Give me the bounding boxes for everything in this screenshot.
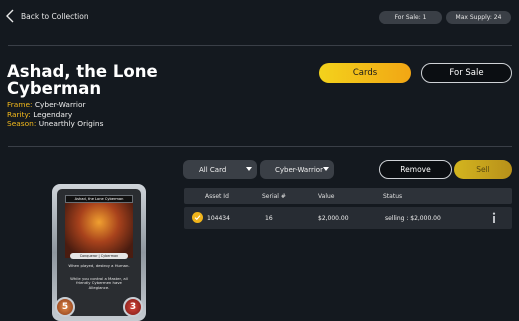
card-filter-select[interactable]: All Card — [183, 160, 257, 179]
for-sale-count-badge: For Sale: 1 — [379, 11, 442, 24]
card-image: Ashad, the Lone Cyberman Conqueror | Cyb… — [52, 184, 146, 321]
sell-button[interactable]: Sell — [454, 160, 512, 179]
divider — [8, 146, 512, 147]
season-value: Unearthly Origins — [38, 119, 104, 128]
caret-down-icon — [323, 167, 329, 171]
card-filter-value: All Card — [199, 165, 227, 174]
frame-key: Frame: — [7, 100, 33, 109]
cell-asset-id: 104434 — [207, 215, 230, 222]
cell-serial: 16 — [265, 215, 273, 222]
card-power-gem: 3 — [123, 297, 143, 317]
caret-down-icon — [246, 167, 252, 171]
row-checkbox[interactable] — [192, 212, 203, 223]
checkmark-icon — [194, 215, 201, 221]
remove-button[interactable]: Remove — [379, 160, 452, 179]
max-supply-badge: Max Supply: 24 — [446, 11, 511, 24]
rarity-key: Rarity: — [7, 110, 31, 119]
column-header-value: Value — [318, 193, 335, 200]
back-to-collection-link[interactable]: Back to Collection — [6, 9, 89, 23]
column-header-status: Status — [383, 193, 403, 200]
asset-season: Season: Unearthly Origins — [7, 119, 103, 128]
asset-frame: Frame: Cyber-Warrior — [7, 100, 86, 109]
cell-status: selling : $2,000.00 — [385, 215, 441, 222]
card-ability-text-2: While you control a Master, all friendly… — [70, 276, 128, 290]
info-icon[interactable] — [491, 212, 497, 224]
card-cost-gem: 5 — [55, 297, 75, 317]
column-header-serial: Serial # — [262, 193, 286, 200]
frame-filter-value: Cyber-Warrior — [275, 165, 323, 174]
column-header-asset-id: Asset Id — [205, 193, 229, 200]
asset-title: Ashad, the Lone Cyberman — [7, 62, 158, 98]
card-type-line: Conqueror | Cyberman — [70, 253, 128, 259]
divider — [8, 45, 512, 46]
cell-value: $2,000.00 — [318, 215, 349, 222]
back-label: Back to Collection — [21, 11, 89, 21]
asset-rarity: Rarity: Legendary — [7, 110, 72, 119]
chevron-left-icon — [6, 9, 14, 23]
tab-for-sale[interactable]: For Sale — [421, 63, 512, 83]
card-artwork — [65, 203, 133, 258]
rarity-value: Legendary — [33, 110, 73, 119]
season-key: Season: — [7, 119, 37, 128]
frame-value: Cyber-Warrior — [34, 100, 86, 109]
table-row[interactable]: 104434 16 $2,000.00 selling : $2,000.00 — [184, 207, 512, 229]
table-header: Asset Id Serial # Value Status — [184, 188, 512, 204]
frame-filter-select[interactable]: Cyber-Warrior — [260, 160, 334, 179]
card-title: Ashad, the Lone Cyberman — [65, 195, 133, 203]
card-ability-text: When played, destroy a Human. — [68, 263, 130, 268]
tab-cards[interactable]: Cards — [319, 63, 411, 83]
